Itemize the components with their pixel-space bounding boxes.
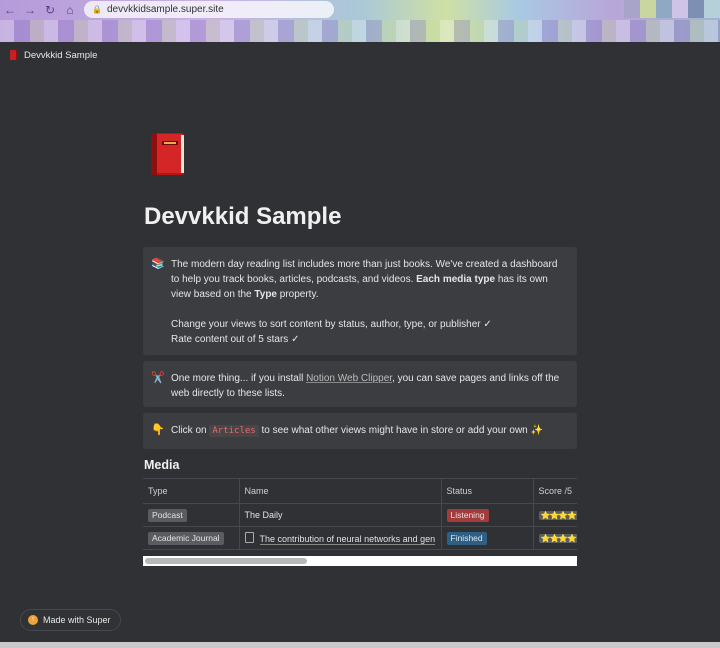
callout-web-clipper: ✂️ One more thing... if you install Noti… [143,361,577,407]
row-name[interactable]: The contribution of neural networks and … [259,534,436,545]
table-row[interactable]: Academic Journal The contribution of neu… [143,526,577,550]
table-scrollbar[interactable] [143,556,577,566]
forward-icon[interactable]: → [24,2,36,18]
table-row[interactable]: Podcast The Daily Listening ⭐⭐⭐⭐ [143,503,577,527]
browser-nav: ← → ↻ ⌂ [4,2,76,18]
callout-intro: 📚 The modern day reading list includes m… [143,247,577,355]
site-header: Devvkkid Sample [0,42,720,68]
made-with-super-label: Made with Super [43,615,111,625]
callout-intro-text: The modern day reading list includes mor… [171,259,558,300]
status-badge: Finished [446,531,487,545]
lock-icon: 🔒 [92,5,102,14]
media-title: Media [144,458,180,472]
site-name[interactable]: Devvkkid Sample [24,50,97,61]
status-badge: Listening [446,508,489,522]
home-icon[interactable]: ⌂ [64,2,76,18]
callout-articles: 👇 Click on Articles to see what other vi… [143,413,577,449]
column-header-name[interactable]: Name [239,479,442,504]
reload-icon[interactable]: ↻ [44,2,56,18]
column-header-type[interactable]: Type [143,479,240,504]
blurred-tabs [624,0,720,18]
books-icon: 📚 [151,258,165,270]
window-bottom-edge [0,642,720,648]
address-bar[interactable]: 🔒 devvkkidsample.super.site [84,1,334,18]
book-icon [10,50,18,60]
column-header-score[interactable]: Score /5 [533,479,577,504]
articles-code: Articles [209,425,259,437]
pointing-down-icon: 👇 [151,424,165,436]
super-logo-icon: ↑ [28,615,38,625]
url-text: devvkkidsample.super.site [106,4,224,15]
column-header-status[interactable]: Status [441,479,534,504]
type-tag: Academic Journal [148,531,224,545]
browser-toolbar: ← → ↻ ⌂ 🔒 devvkkidsample.super.site [0,0,720,42]
notion-web-clipper-link[interactable]: Notion Web Clipper [306,373,392,384]
document-icon [244,532,254,543]
score-stars: ⭐⭐⭐⭐ [538,511,577,520]
type-tag: Podcast [148,508,187,522]
callout-views-text: Change your views to sort content by sta… [171,319,492,330]
made-with-super-button[interactable]: ↑ Made with Super [20,609,121,631]
callout-rate-text: Rate content out of 5 stars ✓ [171,334,300,345]
blurred-bookmarks [0,20,720,42]
score-stars: ⭐⭐⭐⭐ [538,534,577,543]
scissors-icon: ✂️ [151,372,165,384]
table-header-row: Type Name Status Score /5 [143,479,577,504]
page-title: Devvkkid Sample [144,203,342,230]
back-icon[interactable]: ← [4,2,16,18]
scrollbar-thumb[interactable] [145,558,307,564]
red-book-icon [151,133,184,175]
row-name[interactable]: The Daily [239,503,442,527]
media-table: Type Name Status Score /5 Podcast The Da… [143,478,577,551]
